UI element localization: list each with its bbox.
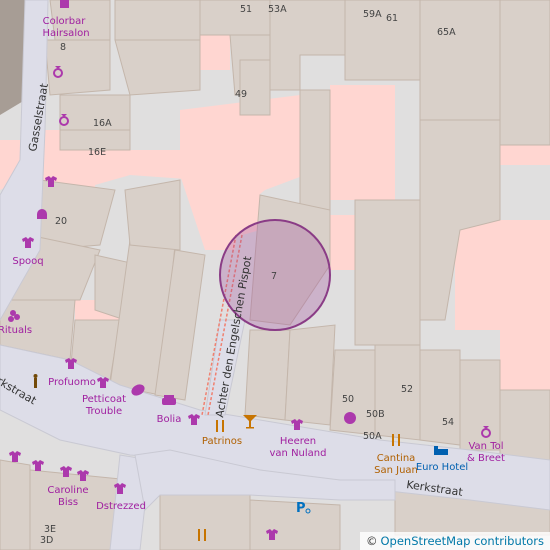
palette-icon xyxy=(344,412,356,424)
house-number: 3E xyxy=(44,524,56,535)
house-number: 50B xyxy=(366,409,385,420)
beauty-icon xyxy=(37,209,47,219)
house-number: 16E xyxy=(88,147,106,158)
poi-petticoat-line1: Petticoat xyxy=(82,394,126,405)
poi-spooq: Spooq xyxy=(12,256,43,267)
house-number: 54 xyxy=(442,417,454,428)
hairdresser-icon xyxy=(60,0,69,8)
poi-cantina-line2: San Juan xyxy=(374,465,418,476)
map-attribution: © OpenStreetMap contributors xyxy=(359,532,550,550)
house-number: 49 xyxy=(235,89,247,100)
poi-heeren-line1: Heeren xyxy=(280,436,316,447)
poi-heeren-line2: van Nuland xyxy=(270,448,327,459)
statue-icon xyxy=(33,374,38,388)
house-number: 59A xyxy=(363,9,382,20)
poi-bolia: Bolia xyxy=(157,414,182,425)
poi-colorbar-line1: Colorbar xyxy=(43,16,87,27)
furniture-icon xyxy=(162,395,176,405)
svg-text:P: P xyxy=(296,501,306,516)
house-number: 50 xyxy=(342,394,354,405)
poi-dstrezzed: Dstrezzed xyxy=(96,501,146,512)
house-number: 65A xyxy=(437,27,456,38)
house-number: 50A xyxy=(363,431,382,442)
poi-vantol-line1: Van Tol xyxy=(468,441,503,452)
map-svg: Gasselstraat Achter den Engelschen Pispo… xyxy=(0,0,550,550)
poi-cantina-line1: Cantina xyxy=(377,453,416,464)
poi-rituals: Rituals xyxy=(0,325,32,336)
poi-caroline-line2: Biss xyxy=(58,497,78,508)
map-canvas[interactable]: Gasselstraat Achter den Engelschen Pispo… xyxy=(0,0,550,550)
poi-colorbar-line2: Hairsalon xyxy=(42,28,89,39)
copyright-symbol: © xyxy=(365,534,378,548)
house-number: 7 xyxy=(271,271,277,282)
poi-vantol-line2: & Breet xyxy=(467,453,505,464)
poi-petticoat-line2: Trouble xyxy=(85,406,122,417)
poi-profuomo: Profuomo xyxy=(48,377,96,388)
house-number: 16A xyxy=(93,118,112,129)
house-number: 20 xyxy=(55,216,67,227)
house-number: 52 xyxy=(401,384,413,395)
house-number: 3D xyxy=(40,535,53,546)
osm-attribution-link[interactable]: OpenStreetMap contributors xyxy=(380,534,544,548)
house-number: 53A xyxy=(268,4,287,15)
house-number: 61 xyxy=(386,13,398,24)
poi-euro-hotel: Euro Hotel xyxy=(416,462,468,473)
house-number: 51 xyxy=(240,4,252,15)
poi-patrinos: Patrinos xyxy=(202,436,242,447)
house-number: 8 xyxy=(60,42,66,53)
dark-building xyxy=(0,0,25,115)
poi-caroline-line1: Caroline xyxy=(47,485,88,496)
